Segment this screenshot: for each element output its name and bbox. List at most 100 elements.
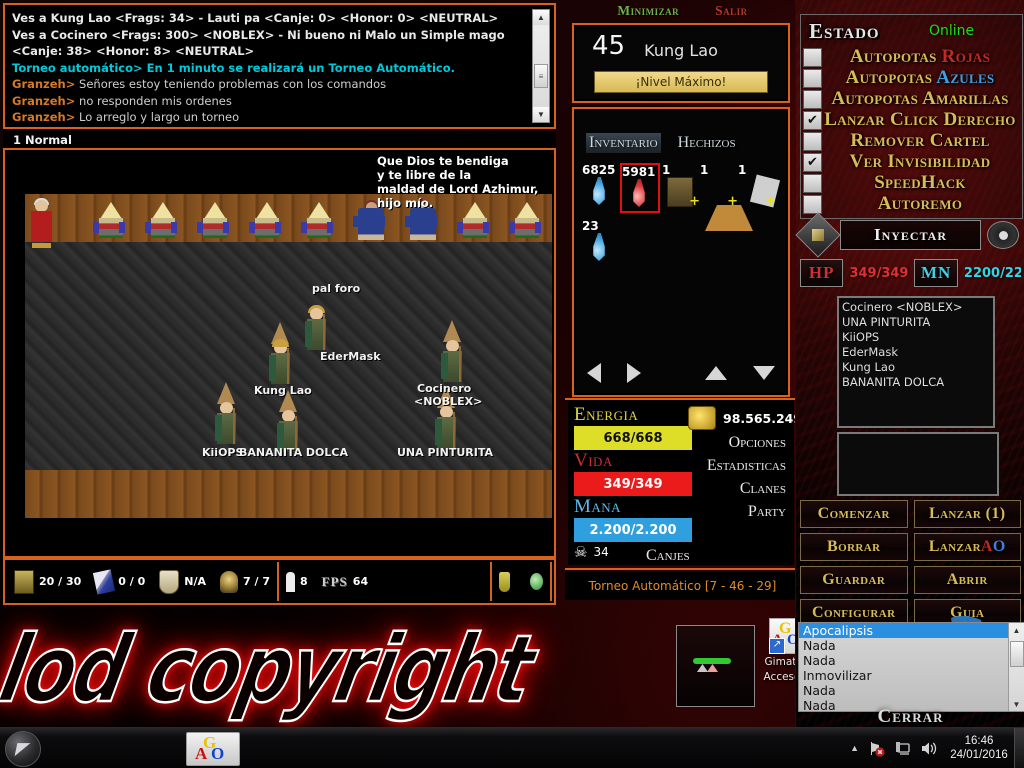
chat-scroll-up-icon[interactable]: ▲ xyxy=(533,10,549,25)
nav-down-icon[interactable] xyxy=(753,366,775,380)
bot-button-lanzar-1[interactable]: Lanzar (1) xyxy=(913,500,1021,528)
player-character[interactable] xyxy=(265,322,295,384)
nav-up-icon[interactable] xyxy=(705,366,727,380)
spell-list[interactable]: Apocalipsis Nada Nada Inmovilizar Nada Nada ▲… xyxy=(798,622,1024,712)
nav-left-icon[interactable] xyxy=(587,363,601,383)
exit-button[interactable]: Salir xyxy=(715,3,748,19)
bot-button-abrir[interactable]: Abrir xyxy=(913,566,1021,594)
taskbar-item-argentum[interactable]: GAO xyxy=(186,732,240,766)
shield-icon xyxy=(159,569,180,594)
inventory-slot[interactable]: 6825 xyxy=(582,163,618,209)
bot-button-lanzar-ao[interactable]: Lanzar AO xyxy=(913,533,1021,561)
chat-scrollbar[interactable]: ▲ ≡ ▼ xyxy=(532,9,550,123)
tournament-status-bar: Torneo Automático [7 - 46 - 29] xyxy=(565,572,800,600)
secondary-list-box[interactable] xyxy=(837,432,999,496)
npc-merchant[interactable] xyxy=(296,202,338,244)
bot-button-comenzar[interactable]: Comenzar xyxy=(800,500,908,528)
network-error-icon[interactable] xyxy=(868,740,885,757)
inventory-slot[interactable]: 5981 xyxy=(620,163,660,213)
menu-canjes[interactable]: Canjes xyxy=(646,547,690,565)
npc-red-robed[interactable] xyxy=(27,198,57,248)
cheat-option-row[interactable]: Autoremo xyxy=(803,192,1018,216)
hud-menu[interactable]: Opciones Estadisticas Clanes Party xyxy=(707,434,786,521)
green-potion-icon[interactable] xyxy=(530,573,543,590)
fps-label: FPS xyxy=(321,573,348,589)
player-character[interactable] xyxy=(437,320,467,382)
yellow-potion-icon[interactable] xyxy=(499,571,510,592)
tab-hechizos[interactable]: Hechizos xyxy=(675,133,739,153)
npc-merchant[interactable] xyxy=(140,202,182,244)
diamond-button-left[interactable] xyxy=(795,212,841,258)
inject-row[interactable]: Inyectar xyxy=(795,212,1021,258)
spell-list-items[interactable]: Apocalipsis Nada Nada Inmovilizar Nada Nada xyxy=(799,623,1024,711)
start-button[interactable]: ◤ xyxy=(5,731,41,767)
cheat-checkbox[interactable] xyxy=(803,89,822,109)
bot-button-borrar[interactable]: Borrar xyxy=(800,533,908,561)
taskbar-clock[interactable]: 16:46 24/01/2016 xyxy=(946,734,1012,762)
inventory-slot[interactable]: 23 xyxy=(582,219,618,265)
display-icon[interactable] xyxy=(894,740,911,757)
spell-list-item[interactable]: Nada xyxy=(799,653,1024,668)
chat-scroll-thumb[interactable]: ≡ xyxy=(534,64,548,88)
spell-list-scrollbar[interactable]: ▲ ▼ xyxy=(1008,623,1024,711)
chat-scroll-down-icon[interactable]: ▼ xyxy=(533,107,549,122)
chat-lines: Ves a Kung Lao <Frags: 34> - Lauti pa <C… xyxy=(7,7,552,125)
cheat-checkbox[interactable] xyxy=(803,68,822,88)
cheat-checkbox[interactable] xyxy=(803,173,822,193)
menu-opciones[interactable]: Opciones xyxy=(729,434,786,452)
player-list-item[interactable]: EderMask xyxy=(842,345,993,360)
cheat-checkbox[interactable]: ✔ xyxy=(803,110,822,130)
player-list-box[interactable]: Cocinero <NOBLEX> UNA PINTURITA KiiOPS Eder… xyxy=(837,296,995,428)
player-list-item[interactable]: UNA PINTURITA xyxy=(842,315,993,330)
player-character[interactable] xyxy=(273,390,303,452)
menu-party[interactable]: Party xyxy=(748,503,786,521)
inventory-slot[interactable]: 1 + xyxy=(738,163,781,209)
inventory-slot[interactable]: 1 + xyxy=(662,163,700,209)
inyectar-button[interactable]: Inyectar xyxy=(840,220,981,250)
spell-list-item[interactable]: Inmovilizar xyxy=(799,668,1024,683)
npc-merchant[interactable] xyxy=(192,202,234,244)
player-list-item[interactable]: KiiOPS xyxy=(842,330,993,345)
game-viewport-canvas[interactable]: Que Dios te bendiga y te libre de la mal… xyxy=(7,152,552,554)
bot-button-grid[interactable]: Comenzar Lanzar (1) Borrar Lanzar A O Guardar… xyxy=(800,500,1021,627)
cheat-checkbox[interactable] xyxy=(803,131,822,151)
player-character[interactable] xyxy=(301,302,331,350)
inventory-row[interactable]: 6825 5981 1 +1 +1 + xyxy=(582,163,781,231)
spell-scroll-up-icon[interactable]: ▲ xyxy=(1009,623,1024,637)
player-list-item[interactable]: Cocinero <NOBLEX> xyxy=(842,300,993,315)
bot-button-guardar[interactable]: Guardar xyxy=(800,566,908,594)
volume-icon[interactable] xyxy=(920,740,937,757)
npc-merchant[interactable] xyxy=(88,202,130,244)
spell-scroll-thumb[interactable] xyxy=(1010,641,1024,667)
player-character[interactable] xyxy=(211,382,241,444)
cheat-checkbox[interactable] xyxy=(803,47,822,67)
minimap[interactable] xyxy=(676,625,755,707)
inventory-grid[interactable]: 6825 5981 1 +1 +1 + 23 xyxy=(582,163,781,265)
inventory-slot-count: 1 xyxy=(700,163,709,177)
tab-inventario[interactable]: Inventario xyxy=(586,133,661,153)
menu-clanes[interactable]: Clanes xyxy=(740,480,786,498)
spell-list-item[interactable]: Nada xyxy=(799,638,1024,653)
frag-count-value: 34 xyxy=(593,545,609,559)
spell-list-item[interactable]: Apocalipsis xyxy=(799,623,1024,638)
show-desktop-button[interactable] xyxy=(1014,728,1024,768)
tray-chevron-icon[interactable]: ▲ xyxy=(850,743,859,753)
potion-slots[interactable] xyxy=(492,562,550,601)
person-icon xyxy=(286,571,296,592)
player-list-item[interactable]: Kung Lao xyxy=(842,360,993,375)
eye-icon-button[interactable] xyxy=(987,221,1019,249)
spell-list-item[interactable]: Nada xyxy=(799,683,1024,698)
cheat-checkbox[interactable]: ✔ xyxy=(803,152,822,172)
cerrar-button[interactable]: Cerrar xyxy=(796,706,1024,728)
energy-label: Energia xyxy=(574,404,639,425)
cheat-checkbox[interactable] xyxy=(803,194,822,214)
inventory-navigation[interactable] xyxy=(576,363,786,383)
mana-stat: Mana 2.200/2.200 xyxy=(574,496,692,542)
npc-merchant[interactable] xyxy=(244,202,286,244)
inventory-slot[interactable]: 1 + xyxy=(700,163,753,231)
nav-right-icon[interactable] xyxy=(627,363,641,383)
game-viewport[interactable]: Que Dios te bendiga y te libre de la mal… xyxy=(3,148,556,558)
menu-estadisticas[interactable]: Estadisticas xyxy=(707,457,786,475)
minimize-button[interactable]: Minimizar xyxy=(617,3,679,19)
player-list-item[interactable]: BANANITA DOLCA xyxy=(842,375,993,390)
